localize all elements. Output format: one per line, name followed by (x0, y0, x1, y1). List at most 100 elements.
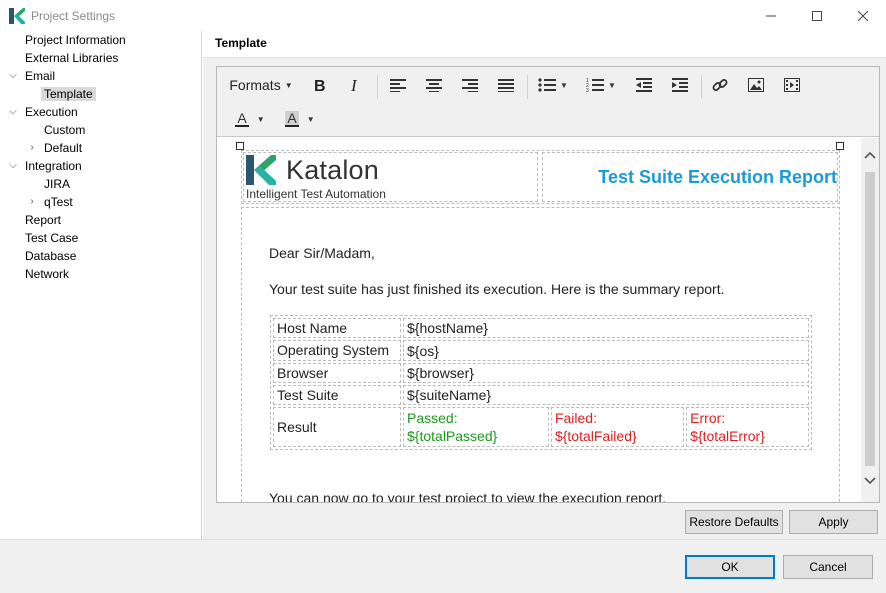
outdent-button[interactable] (631, 71, 657, 99)
chevron-down-icon[interactable]: ⌵ (8, 103, 18, 121)
align-left-button[interactable] (385, 71, 411, 99)
bullet-list-button[interactable]: ▼ (533, 71, 573, 99)
link-icon (712, 79, 728, 91)
background-color-icon: A (285, 110, 299, 127)
tree-item-email[interactable]: Email (25, 67, 55, 85)
outdent-icon (636, 78, 652, 92)
tree-item-label: Network (25, 267, 70, 281)
tree-item-integration[interactable]: Integration (25, 157, 82, 175)
close-button[interactable] (840, 0, 886, 31)
error-label: Error: (690, 410, 726, 426)
minimize-button[interactable] (748, 0, 794, 31)
indent-icon (672, 78, 688, 92)
outro-text: You can now go to your test project to v… (269, 490, 667, 502)
image-icon (748, 78, 764, 92)
image-button[interactable] (743, 71, 769, 99)
media-button[interactable] (779, 71, 805, 99)
table-cell-value: ${suiteName} (403, 385, 809, 405)
caret-down-icon: ▼ (560, 80, 568, 90)
numbered-list-button[interactable]: 123 ▼ (581, 71, 621, 99)
tree-item-label: Template (41, 87, 96, 101)
table-cell-key: Browser (273, 363, 401, 383)
tree-item-label: Execution (25, 105, 78, 119)
align-left-icon (390, 79, 406, 92)
report-title-cell: Test Suite Execution Report (542, 152, 838, 202)
cancel-button[interactable]: Cancel (783, 555, 873, 579)
resize-handle[interactable] (236, 142, 244, 150)
formats-label: Formats (229, 77, 281, 93)
tree-item-label: Integration (25, 159, 82, 173)
link-button[interactable] (707, 71, 733, 99)
window-title: Project Settings (31, 8, 116, 23)
background-color-button[interactable]: A ▼ (277, 105, 323, 133)
tree-item-custom[interactable]: Custom (44, 121, 85, 139)
tree-item-jira[interactable]: JIRA (44, 175, 70, 193)
error-value: ${totalError} (690, 428, 765, 444)
tree-item-default[interactable]: Default (44, 139, 82, 157)
header-table: Katalon Intelligent Test Automation Test… (241, 150, 840, 204)
tree-item-label: Custom (44, 123, 86, 137)
text-color-button[interactable]: A ▼ (227, 105, 273, 133)
title-bar: Project Settings (0, 0, 886, 31)
summary-table: Host Name ${hostName} Operating System $… (270, 315, 812, 450)
tree-item-test-case[interactable]: Test Case (25, 229, 78, 247)
italic-button[interactable]: I (343, 71, 369, 99)
resize-handle[interactable] (836, 142, 844, 150)
chevron-down-icon[interactable]: ⌵ (8, 157, 18, 175)
tree-item-label: Report (25, 213, 62, 227)
editor-content[interactable]: Katalon Intelligent Test Automation Test… (217, 138, 861, 502)
chevron-right-icon[interactable]: › (27, 139, 37, 157)
maximize-button[interactable] (794, 0, 840, 31)
ok-button[interactable]: OK (685, 555, 775, 579)
tree-item-label: Email (25, 69, 56, 83)
bullet-list-icon (538, 78, 557, 92)
report-title: Test Suite Execution Report (598, 167, 837, 187)
align-right-icon (462, 79, 478, 92)
align-right-button[interactable] (457, 71, 483, 99)
table-cell-key: Operating System (273, 340, 401, 361)
numbered-list-icon: 123 (586, 78, 605, 92)
scroll-down-icon[interactable] (864, 474, 876, 486)
failed-value: ${totalFailed} (554, 428, 637, 444)
formats-dropdown[interactable]: Formats ▼ (227, 71, 295, 99)
tree-item-database[interactable]: Database (25, 247, 76, 265)
tree-item-external-libraries[interactable]: External Libraries (25, 49, 118, 67)
katalon-logo-icon (246, 155, 276, 185)
toolbar-separator (377, 75, 378, 99)
bold-button[interactable]: B (307, 71, 333, 99)
indent-button[interactable] (667, 71, 693, 99)
tree-item-network[interactable]: Network (25, 265, 69, 283)
apply-button[interactable]: Apply (789, 510, 878, 534)
tree-item-qtest[interactable]: qTest (44, 193, 73, 211)
tree-item-project-information[interactable]: Project Information (25, 31, 126, 49)
vertical-scrollbar[interactable] (861, 138, 879, 502)
minimize-icon (766, 15, 776, 16)
passed-label: Passed: (407, 410, 458, 426)
scrollbar-thumb[interactable] (865, 172, 875, 466)
settings-tree: Project Information External Libraries ⌵… (0, 31, 202, 539)
restore-defaults-button[interactable]: Restore Defaults (685, 510, 783, 534)
svg-text:I: I (350, 78, 358, 92)
align-justify-icon (498, 79, 514, 92)
toolbar-separator (527, 75, 528, 99)
text-color-icon: A (235, 110, 249, 127)
table-cell-key: Test Suite (273, 385, 401, 405)
align-center-button[interactable] (421, 71, 447, 99)
brand-tagline: Intelligent Test Automation (246, 187, 386, 201)
tree-item-execution[interactable]: Execution (25, 103, 78, 121)
failed-cell: Failed: ${totalFailed} (550, 407, 685, 447)
tree-item-label: Project Information (25, 33, 126, 47)
table-row: Host Name ${hostName} (273, 318, 809, 338)
failed-label: Failed: (554, 410, 597, 426)
align-justify-button[interactable] (493, 71, 519, 99)
tree-item-report[interactable]: Report (25, 211, 61, 229)
chevron-right-icon[interactable]: › (27, 193, 37, 211)
table-cell-value: ${hostName} (403, 318, 809, 338)
brand-name: Katalon (286, 155, 379, 185)
tree-item-template[interactable]: Template (41, 85, 96, 103)
table-cell-key: Host Name (273, 318, 401, 338)
scroll-up-icon[interactable] (864, 150, 876, 162)
editor-toolbar: Formats ▼ B I ▼ 1 2 3 ▼ A ▼ A ▼ (217, 67, 879, 137)
italic-icon: I (350, 78, 358, 92)
chevron-down-icon[interactable]: ⌵ (8, 67, 18, 85)
